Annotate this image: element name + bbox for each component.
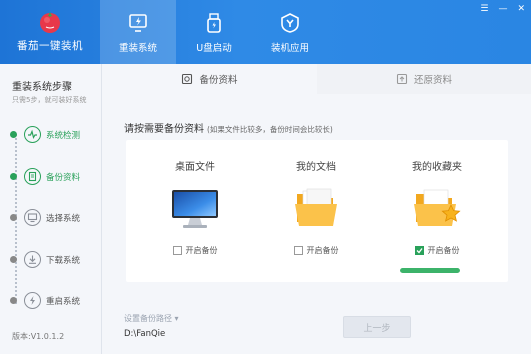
steps-sidebar: 重装系统步骤 只需5步，就可装好系统 系统检测 备份资料 选择系统 下载系统 重… xyxy=(0,64,102,354)
sidebar-title: 重装系统步骤 xyxy=(12,82,72,93)
lightning-monitor-icon xyxy=(129,14,147,32)
documents-backup-toggle[interactable]: 开启备份 xyxy=(257,245,375,256)
prompt-note: (如果文件比较多，备份时间会比较长) xyxy=(207,125,333,134)
tab-bar: 备份资料 还原资料 xyxy=(102,64,531,94)
nav-reinstall-system[interactable]: 重装系统 xyxy=(100,0,176,64)
usb-drive-icon xyxy=(207,13,221,33)
card-favorites: 我的收藏夹 开启备份 xyxy=(378,140,496,282)
step-label: 选择系统 xyxy=(46,213,81,224)
step-label: 系统检测 xyxy=(46,130,81,141)
menu-icon[interactable]: ☰ xyxy=(480,4,488,14)
nav-install-apps[interactable]: 装机应用 xyxy=(252,0,328,64)
step-label: 备份资料 xyxy=(46,172,81,183)
step-label: 下载系统 xyxy=(46,255,81,266)
check-icon xyxy=(416,248,423,254)
step-restart-system: 重启系统 xyxy=(10,292,80,309)
step-choose-system: 选择系统 xyxy=(10,209,80,226)
pulse-icon xyxy=(24,126,41,143)
nav-label: U盘启动 xyxy=(196,43,232,54)
lightning-icon xyxy=(24,292,41,309)
nav-usb-boot[interactable]: U盘启动 xyxy=(176,0,252,64)
card-my-documents: 我的文档 开启备份 xyxy=(257,140,375,282)
backup-icon xyxy=(182,73,193,85)
tomato-logo-icon xyxy=(40,12,60,33)
document-icon xyxy=(24,168,41,185)
checkbox-label: 开启备份 xyxy=(427,246,460,255)
restore-icon xyxy=(396,73,408,85)
checkbox-label: 开启备份 xyxy=(185,246,218,255)
tab-backup-data[interactable]: 备份资料 xyxy=(102,64,317,94)
favorites-backup-toggle[interactable]: 开启备份 xyxy=(378,245,496,256)
checkbox-label: 开启备份 xyxy=(306,246,339,255)
favorites-folder-icon xyxy=(414,189,461,226)
monitor-icon xyxy=(24,209,41,226)
title-bar: 番茄一键装机 重装系统 U盘启动 装机应用 ☰ — ✕ xyxy=(0,0,531,64)
backup-prompt: 请按需要备份资料 (如果文件比较多，备份时间会比较长) xyxy=(124,120,333,135)
tab-label: 备份资料 xyxy=(199,75,238,86)
step-dot xyxy=(10,214,17,221)
card-title: 我的文档 xyxy=(296,162,336,173)
nav-label: 装机应用 xyxy=(270,43,309,54)
version-label: 版本:V1.0.1.2 xyxy=(12,332,65,341)
sidebar-subtitle: 只需5步，就可装好系统 xyxy=(12,96,87,104)
step-system-check: 系统检测 xyxy=(10,126,80,143)
step-backup-data: 备份资料 xyxy=(10,168,80,185)
app-name: 番茄一键装机 xyxy=(17,40,83,52)
minimize-icon[interactable]: — xyxy=(498,4,507,14)
card-desktop-files: 桌面文件 开启备份 xyxy=(136,140,254,282)
step-dot xyxy=(10,173,17,180)
backup-panel: 请按需要备份资料 (如果文件比较多，备份时间会比较长) 桌面文件 开启备份 我的文… xyxy=(102,94,531,354)
window-controls: ☰ — ✕ xyxy=(480,4,525,14)
favorites-progress-bar xyxy=(400,268,460,273)
progress-fill xyxy=(400,268,460,273)
backup-path-value: D:\FanQie xyxy=(124,329,166,339)
path-label-text: 设置备份路径 xyxy=(124,314,172,323)
backup-options: 桌面文件 开启备份 我的文档 开启备份 我的收藏夹 开启备份 xyxy=(126,140,508,282)
desktop-backup-toggle[interactable]: 开启备份 xyxy=(136,245,254,256)
nav-label: 重装系统 xyxy=(118,43,157,54)
checkbox-checked[interactable] xyxy=(414,246,424,255)
previous-step-button[interactable]: 上一步 xyxy=(343,316,411,338)
step-dot xyxy=(10,297,17,304)
set-backup-path-link[interactable]: 设置备份路径 ▾ xyxy=(124,313,179,324)
desktop-computer-icon xyxy=(172,190,218,228)
download-icon xyxy=(24,251,41,268)
card-title: 桌面文件 xyxy=(175,162,215,173)
checkbox[interactable] xyxy=(293,246,303,255)
documents-folder-icon xyxy=(295,188,337,226)
chevron-down-icon: ▾ xyxy=(174,314,179,323)
brand: 番茄一键装机 xyxy=(0,0,100,64)
card-title: 我的收藏夹 xyxy=(412,162,462,173)
step-dot xyxy=(10,131,17,138)
step-label: 重启系统 xyxy=(46,296,81,307)
step-dot xyxy=(10,256,17,263)
close-icon[interactable]: ✕ xyxy=(517,4,525,14)
tab-restore-data[interactable]: 还原资料 xyxy=(317,64,531,94)
app-shield-icon xyxy=(281,13,299,33)
main-nav: 重装系统 U盘启动 装机应用 xyxy=(100,0,328,64)
prompt-text: 请按需要备份资料 xyxy=(124,124,204,135)
checkbox[interactable] xyxy=(172,246,182,255)
tab-label: 还原资料 xyxy=(413,75,452,86)
step-download-system: 下载系统 xyxy=(10,251,80,268)
